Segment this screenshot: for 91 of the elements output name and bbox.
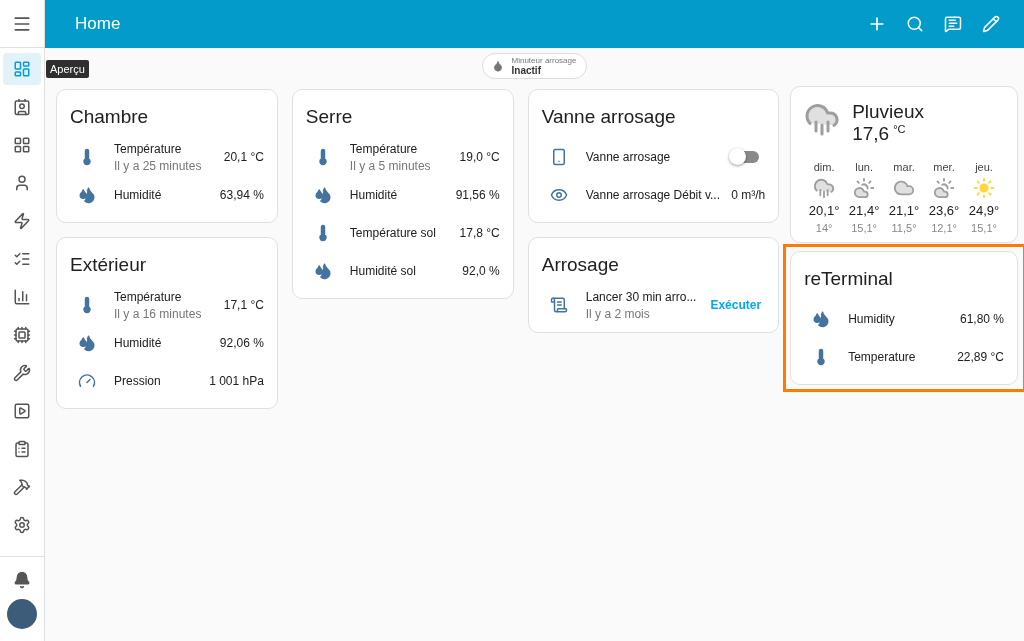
forecast-day: dim. [813,161,835,173]
last-changed-text: Il y a 2 mois [585,306,651,321]
card-title: Chambre [70,106,150,128]
card-title: Extérieur [70,254,148,276]
weather-condition: Pluvieux [852,101,924,123]
entity-value: 22,89 °C [957,350,1004,364]
search-icon [906,15,924,33]
list-icon [13,250,31,268]
gauge-icon [78,372,96,390]
droplets-icon [78,334,96,352]
scroll-icon [549,296,568,314]
cloud-rain-icon [804,101,841,137]
forecast-high: 21,4° [848,203,880,218]
entity-name: Vanne arrosage [585,150,672,164]
wrench-icon [13,364,31,382]
entity-value: 91,56 % [455,188,500,202]
entity-value: 17,8 °C [459,226,500,240]
avatar[interactable] [7,599,37,629]
last-changed-text: Il y a 5 minutes [349,158,432,173]
last-changed-text: Il y a 16 minutes [114,306,203,321]
cloud-rain-icon [813,177,836,199]
lightning-icon [13,212,31,230]
person-icon [13,174,31,192]
entity-value: 61,80 % [959,312,1004,326]
last-changed-text: Il y a 25 minutes [114,158,203,173]
page-title: Home [75,14,122,34]
drop-icon [491,60,504,72]
forecast-high: 20,1° [808,203,840,218]
entity-name: Humidité [114,188,163,202]
clipboard-icon [13,440,31,458]
forecast-low: 12,1° [931,222,957,234]
toggle-switch[interactable] [731,151,760,163]
card-title: Vanne arrosage [541,106,677,128]
forecast-day: lun. [855,161,873,173]
entity-value: 63,94 % [219,188,264,202]
dashboard-icon [13,60,31,78]
droplets-icon [313,186,332,204]
entity-name: Humidity [848,312,896,326]
entity-name: Lancer 30 min arro... [585,289,697,304]
cloud-sun-icon [933,177,956,199]
card-title: Arrosage [541,254,620,276]
entity-name: Temperature [848,350,917,364]
forecast-low: 15,1° [851,222,877,234]
sun-icon [973,177,995,199]
eye-icon [549,186,568,204]
forecast-low: 15,1° [971,222,997,234]
entity-name: Température sol [349,226,437,240]
forecast-day: mer. [933,161,955,173]
cloud-sun-icon [853,177,876,199]
entity-value: 17,1 °C [223,298,264,312]
entity-value: 0 m³/h [731,188,766,202]
card-title: reTerminal [804,268,894,290]
entity-name: Vanne arrosage Débit v... [585,188,721,202]
weather-temperature: 17,6 °C [852,123,907,145]
badge-label: Minuteur arrosage [511,56,577,65]
play-icon [13,402,31,420]
forecast-low: 14° [815,222,833,234]
chip-icon [13,326,31,344]
entity-value: 20,1 °C [223,150,264,164]
entity-name: Humidité sol [349,264,417,278]
entity-name: Pression [114,374,162,388]
pencil-icon [982,15,1000,33]
forecast-high: 21,1° [888,203,920,218]
entity-value: 92,0 % [462,264,500,278]
status-badge[interactable]: Minuteur arrosage Inactif [481,53,588,79]
entity-name: Température [349,141,419,156]
settings-icon [13,516,31,534]
entity-name: Humidité [114,336,163,350]
droplets-icon [78,186,96,204]
bell-icon[interactable] [13,571,31,589]
contact-card-icon [13,98,31,116]
hammer-icon [13,478,31,496]
forecast-day: mar. [893,161,915,173]
droplets-icon [313,262,332,280]
entity-value: 92,06 % [219,336,264,350]
forecast-low: 11,5° [891,222,917,234]
entity-value: 1 001 hPa [209,374,264,388]
entity-name: Humidité [349,188,399,202]
entity-name: Température [114,141,183,156]
card-title: Serre [305,106,354,128]
droplets-icon [812,310,831,328]
grid-icon [13,136,31,154]
tooltip: Aperçu [46,60,89,78]
entity-name: Température [114,289,183,304]
badge-state: Inactif [511,65,542,76]
bar-chart-icon [13,288,31,306]
entity-value: 19,0 °C [459,150,500,164]
chat-icon [944,15,962,33]
forecast-high: 23,6° [928,203,960,218]
forecast-day: jeu. [975,161,993,173]
forecast-high: 24,9° [968,203,1000,218]
